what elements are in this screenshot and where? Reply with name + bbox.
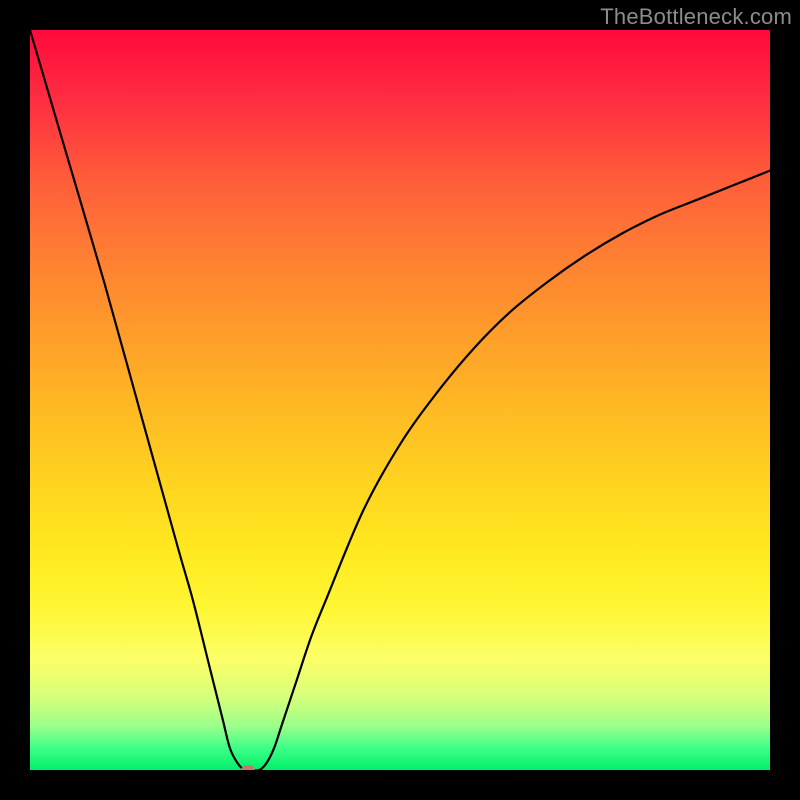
chart-stage: TheBottleneck.com [0, 0, 800, 800]
watermark-text: TheBottleneck.com [600, 4, 792, 30]
plot-area [30, 30, 770, 770]
bottleneck-curve [30, 30, 770, 770]
curve-layer [30, 30, 770, 770]
min-marker-dot [241, 765, 255, 770]
